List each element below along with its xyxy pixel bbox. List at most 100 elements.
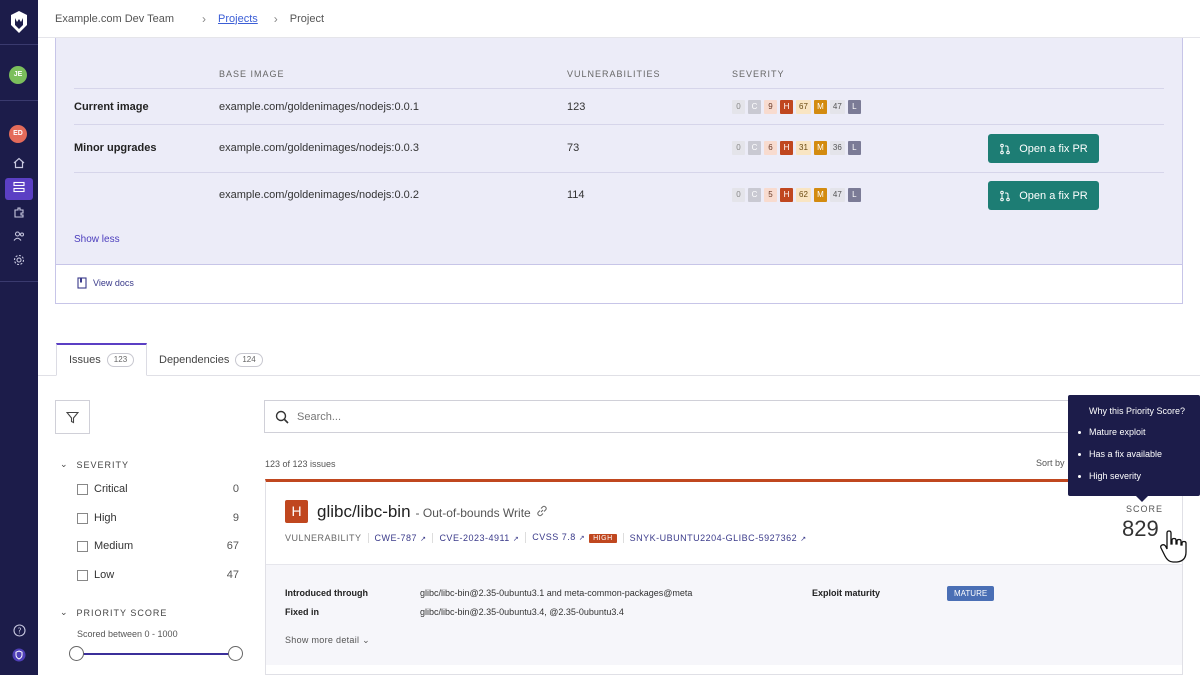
settings-gear-icon[interactable] (10, 253, 28, 271)
tab-dependencies[interactable]: Dependencies 124 (147, 343, 275, 376)
medium-count: 62 (796, 188, 811, 202)
cve-link[interactable]: CVE-2023-4911 ↗ (432, 532, 525, 543)
critical-count: 0 (732, 188, 745, 202)
snyk-logo-icon[interactable] (9, 10, 29, 34)
severity-badge-high: H (285, 500, 308, 523)
medium-letter: M (813, 100, 827, 114)
base-image-table: BASE IMAGE VULNERABILITIES SEVERITY Curr… (56, 38, 1182, 265)
slider-max-handle[interactable] (228, 646, 243, 661)
checkbox[interactable] (77, 512, 88, 524)
group-avatar[interactable]: ED (9, 125, 27, 143)
filter-medium[interactable]: Medium 67 (77, 540, 239, 552)
show-more-detail-link[interactable]: Show more detail ⌄ (285, 635, 370, 646)
filter-count: 67 (226, 540, 239, 552)
filter-funnel-icon (66, 411, 79, 423)
filter-high[interactable]: High 9 (77, 512, 239, 524)
breadcrumb-current: Project (289, 12, 325, 25)
introduced-through-label: Introduced through (285, 588, 368, 598)
breadcrumb-org[interactable]: Example.com Dev Team (55, 13, 174, 25)
high-letter: H (780, 188, 793, 202)
medium-letter: M (813, 141, 827, 155)
issue-details: Introduced through glibc/libc-bin@2.35-0… (266, 564, 1182, 665)
tab-issues[interactable]: Issues 123 (56, 343, 148, 376)
filter-critical[interactable]: Critical 0 (77, 483, 239, 495)
low-letter: L (847, 188, 861, 202)
sort-by-label[interactable]: Sort by (1036, 458, 1065, 468)
tooltip-arrow (1136, 496, 1148, 502)
external-link-icon: ↗ (420, 535, 427, 543)
column-header-base-image: BASE IMAGE (219, 69, 285, 79)
filter-label: High (94, 512, 117, 524)
severity-badges: 0 C 5 H 62 M 47 L (732, 188, 861, 202)
home-icon[interactable] (10, 156, 28, 174)
high-count: 6 (764, 141, 777, 155)
view-docs-link[interactable]: View docs (77, 277, 134, 289)
issue-count-text: 123 of 123 issues (265, 459, 336, 469)
org-avatar[interactable]: JE (9, 66, 27, 84)
cwe-link[interactable]: CWE-787 ↗ (367, 532, 433, 543)
high-letter: H (780, 100, 793, 114)
external-link-icon: ↗ (578, 535, 586, 542)
checkbox[interactable] (77, 569, 88, 581)
search-box[interactable]: Search... (264, 400, 1189, 433)
severity-filter-header[interactable]: ⌄ SEVERITY (60, 459, 129, 470)
severity-badges: 0 C 9 H 67 M 47 L (732, 100, 861, 114)
issue-card[interactable]: H glibc/libc-bin - Out-of-bounds Write V… (265, 479, 1183, 675)
chevron-right-icon: › (202, 11, 207, 26)
left-rail: JE ED ? (0, 0, 38, 675)
hand-pointer-cursor-icon (1160, 530, 1187, 563)
checkbox[interactable] (77, 483, 88, 495)
critical-letter: C (748, 100, 761, 114)
security-shield-icon[interactable] (10, 648, 28, 666)
priority-score-filter-header[interactable]: ⌄ PRIORITY SCORE (60, 607, 167, 618)
medium-count: 31 (796, 141, 811, 155)
open-fix-pr-button[interactable]: Open a fix PR (988, 134, 1099, 163)
view-docs-label: View docs (93, 278, 134, 288)
rail-divider (0, 44, 38, 45)
cvss-severity-badge: HIGH (589, 534, 617, 543)
filter-count: 9 (232, 512, 239, 524)
tooltip-item: Mature exploit (1078, 427, 1162, 437)
chevron-down-icon: ⌄ (60, 459, 69, 469)
help-icon[interactable]: ? (10, 624, 28, 642)
severity-filter-title: SEVERITY (76, 459, 130, 470)
low-count: 47 (829, 100, 845, 114)
issue-package[interactable]: glibc/libc-bin (317, 502, 411, 522)
filter-button[interactable] (55, 400, 90, 434)
vulnerability-count: 73 (567, 142, 580, 154)
projects-icon[interactable] (5, 178, 33, 200)
checkbox[interactable] (77, 540, 88, 552)
cwe-label: CWE-787 (374, 532, 418, 543)
members-icon[interactable] (10, 229, 28, 247)
critical-count: 0 (732, 141, 745, 155)
tab-issues-count: 123 (106, 353, 135, 367)
open-fix-pr-button[interactable]: Open a fix PR (988, 181, 1099, 210)
snyk-id-link[interactable]: SNYK-UBUNTU2204-GLIBC-5927362 ↗ (622, 532, 813, 543)
slider-min-handle[interactable] (69, 646, 84, 661)
search-input[interactable]: Search... (297, 411, 341, 423)
pull-request-icon (1000, 143, 1011, 154)
row-divider (74, 172, 1164, 173)
tooltip-item: Has a fix available (1078, 449, 1162, 459)
critical-count: 0 (732, 100, 745, 114)
priority-score-slider-track[interactable] (76, 653, 236, 655)
high-letter: H (780, 141, 793, 155)
vulnerability-count: 114 (567, 189, 585, 201)
priority-score-value[interactable]: 829 (1122, 516, 1159, 542)
rail-divider (0, 100, 38, 101)
filter-count: 47 (226, 569, 239, 581)
integrations-icon[interactable] (10, 205, 28, 223)
external-link-icon: ↗ (800, 535, 807, 543)
link-icon[interactable] (536, 505, 548, 517)
show-less-link[interactable]: Show less (74, 234, 120, 245)
svg-text:?: ? (17, 627, 21, 636)
exploit-maturity-label: Exploit maturity (812, 588, 881, 598)
book-icon (77, 277, 87, 289)
breadcrumb: Example.com Dev Team › Projects › Projec… (38, 0, 1200, 38)
filter-label: Medium (94, 540, 134, 552)
pull-request-icon (1000, 190, 1011, 201)
cvss-link[interactable]: CVSS 7.8 ↗ HIGH (525, 532, 622, 543)
cve-label: CVE-2023-4911 (439, 532, 510, 543)
filter-low[interactable]: Low 47 (77, 569, 239, 581)
breadcrumb-projects-link[interactable]: Projects (218, 13, 258, 25)
